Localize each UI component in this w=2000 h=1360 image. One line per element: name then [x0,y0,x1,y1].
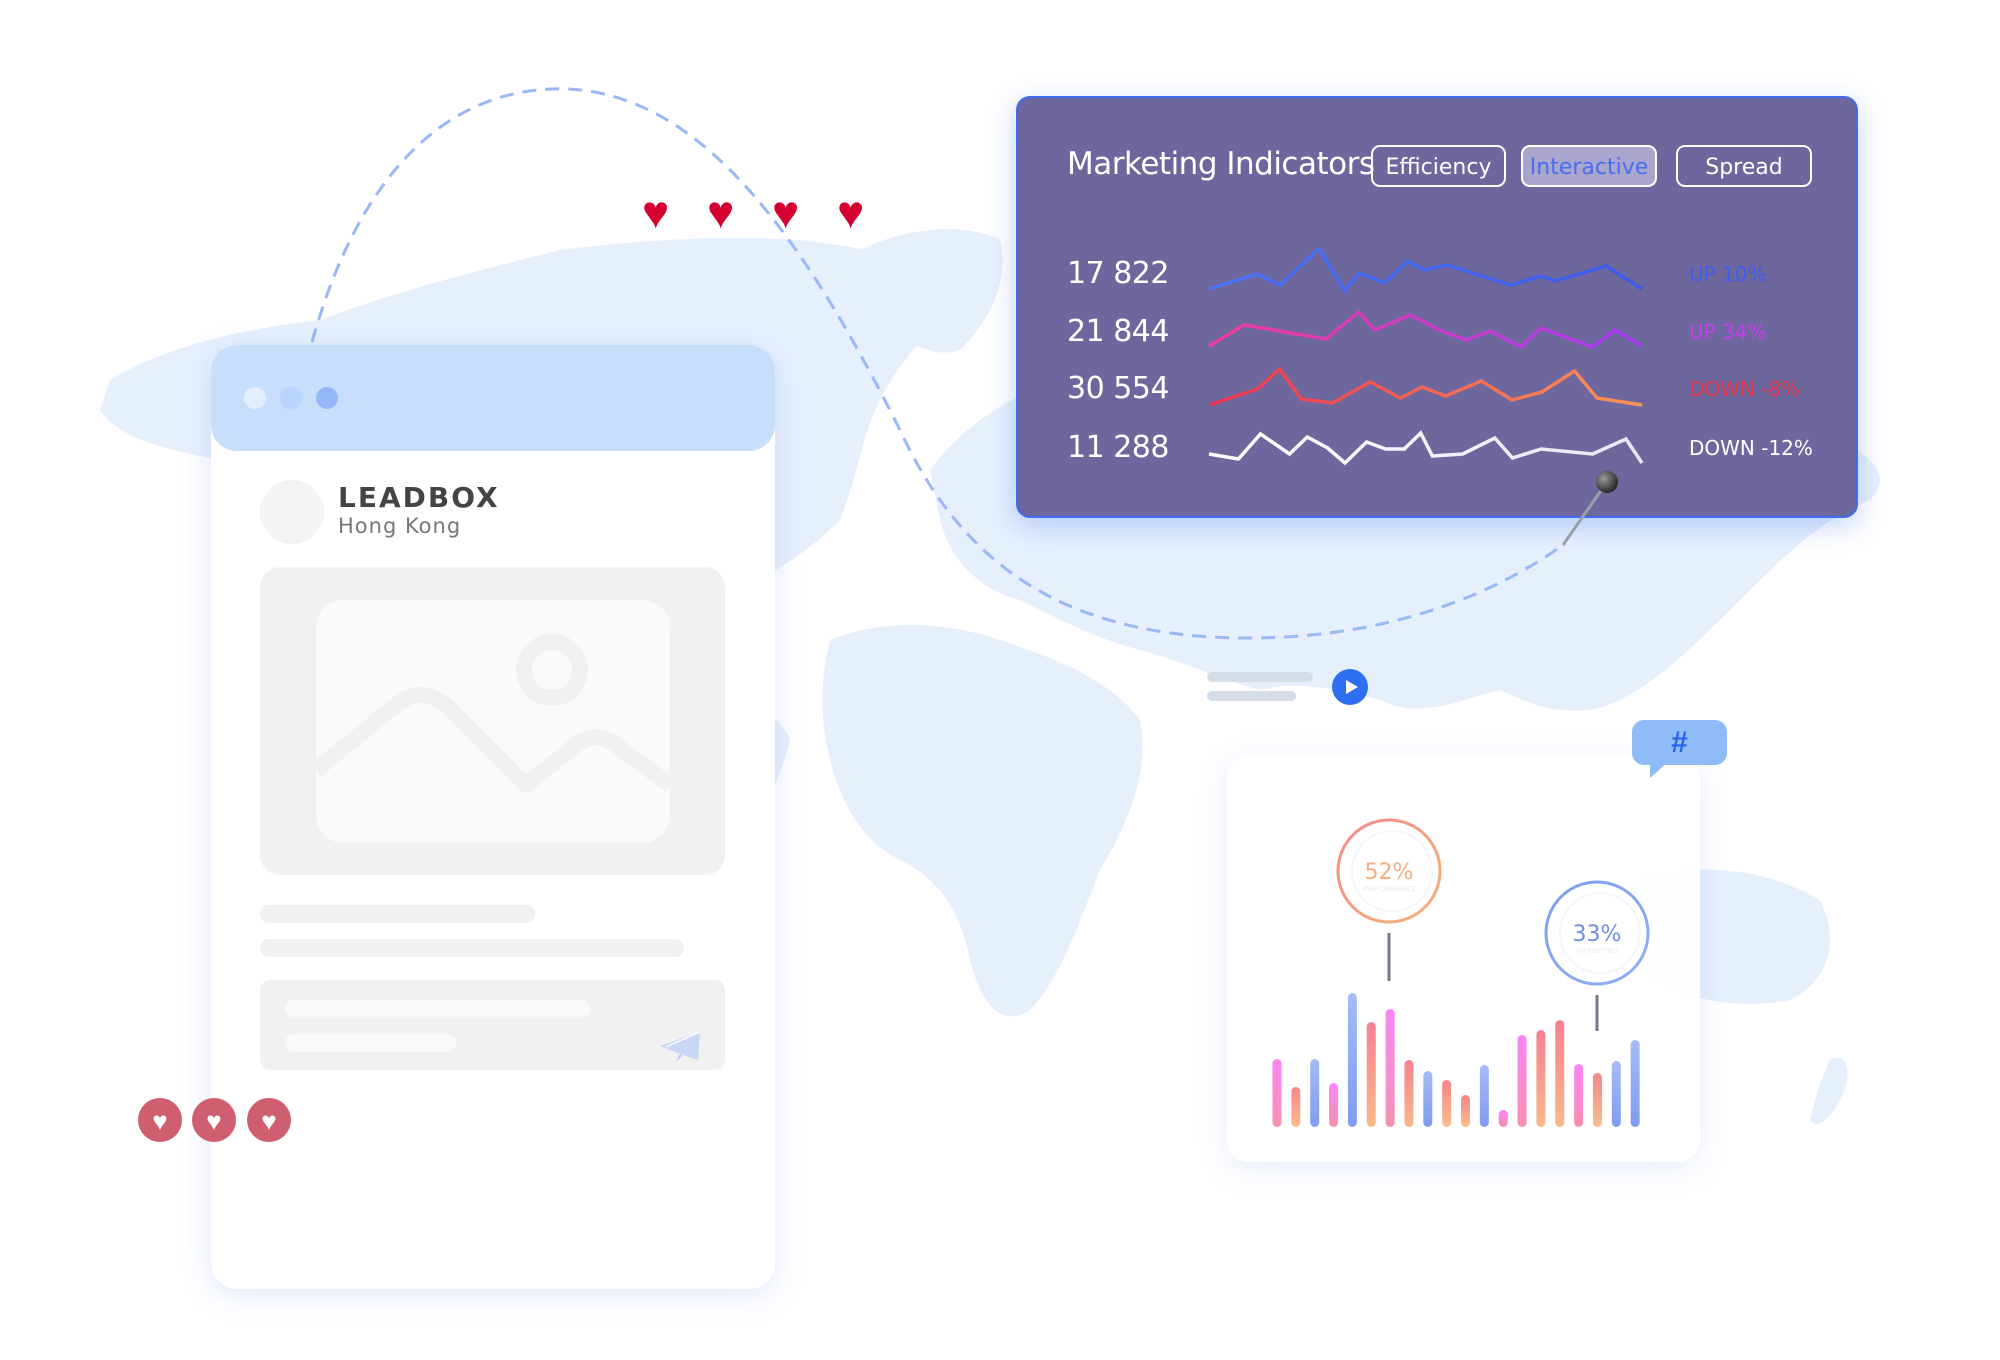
bar [1442,1080,1452,1127]
heart-icon: ♥ [152,1106,168,1136]
stats-card: 52% PERFORMANCE 33% MARKETING [1227,755,1700,1162]
bar [1479,1065,1489,1127]
bar [1366,1022,1376,1127]
sparkline-4 [1208,430,1644,466]
performance-caption: PERFORMANCE [1362,885,1415,893]
window-dot-3[interactable] [316,387,338,409]
trend-label: UP 34% [1689,320,1767,344]
bar [1310,1059,1320,1127]
comment-skeleton-line [285,1034,456,1052]
bar [1272,1059,1282,1127]
sparkline-3 [1208,366,1643,407]
bar [1555,1020,1565,1127]
comment-box[interactable] [260,980,725,1070]
panel-title: Marketing Indicators [1067,146,1375,182]
window-titlebar [211,345,775,451]
location-label: Hong Kong [338,514,462,538]
bar [1329,1083,1339,1127]
bar [1592,1073,1602,1127]
bar [1347,993,1357,1127]
sparkline-1 [1208,246,1643,295]
text-skeleton-line [260,905,535,923]
bar [1611,1061,1621,1127]
paper-plane-icon[interactable] [660,1030,702,1062]
heart-icon: ♥ [261,1106,277,1136]
bar [1423,1071,1433,1127]
bar [1536,1030,1546,1127]
bar [1385,1009,1395,1127]
bar [1461,1095,1470,1127]
brand-name: LEADBOX [338,481,500,514]
bar [1291,1087,1301,1127]
avatar[interactable] [260,480,324,544]
performance-value: 52% [1365,860,1414,885]
map-pin-icon [1561,471,1618,546]
window-dot-2[interactable] [280,387,302,409]
hashtag-bubble-tail [1650,762,1668,778]
video-title-skeleton [1207,672,1313,682]
text-skeleton-line [260,939,684,957]
play-button[interactable] [1332,669,1368,705]
marketing-caption: MARKETING [1576,947,1618,955]
bar [1517,1035,1527,1127]
heart-icon[interactable]: ♥ [707,189,734,235]
bar [1498,1110,1508,1127]
social-post-card: LEADBOX Hong Kong [211,345,775,1289]
indicator-value: 21 844 [1067,314,1169,349]
marketing-indicators-panel: Marketing Indicators Efficiency Interact… [1016,96,1858,518]
window-dot-1[interactable] [244,387,266,409]
heart-icon[interactable]: ♥ [837,189,864,235]
reaction-heart-button[interactable]: ♥ [192,1098,236,1142]
trend-label: UP 10% [1689,262,1767,286]
play-icon [1346,680,1358,694]
bar-chart: 52% PERFORMANCE 33% MARKETING [1272,818,1650,1127]
reaction-heart-button[interactable]: ♥ [247,1098,291,1142]
tab-spread[interactable]: Spread [1676,145,1812,187]
trend-label: DOWN -8% [1689,377,1801,401]
comment-skeleton-line [285,1000,590,1018]
image-icon [316,600,670,843]
trend-label: DOWN -12% [1689,436,1813,460]
indicator-value: 30 554 [1067,371,1169,406]
heart-icon[interactable]: ♥ [642,189,669,235]
tab-interactive[interactable]: Interactive [1521,145,1657,187]
indicator-value: 17 822 [1067,256,1169,291]
reaction-heart-button[interactable]: ♥ [138,1098,182,1142]
indicator-value: 11 288 [1067,430,1169,465]
sparkline-2 [1208,309,1643,350]
heart-icon: ♥ [206,1106,222,1136]
image-placeholder[interactable] [260,567,725,875]
bar [1630,1040,1640,1127]
video-subtitle-skeleton [1207,691,1296,701]
marketing-value: 33% [1573,922,1622,947]
bar [1404,1060,1414,1127]
hashtag-bubble[interactable]: # [1632,720,1727,765]
tab-efficiency[interactable]: Efficiency [1371,145,1506,187]
bar [1574,1064,1584,1127]
heart-icon[interactable]: ♥ [772,189,799,235]
